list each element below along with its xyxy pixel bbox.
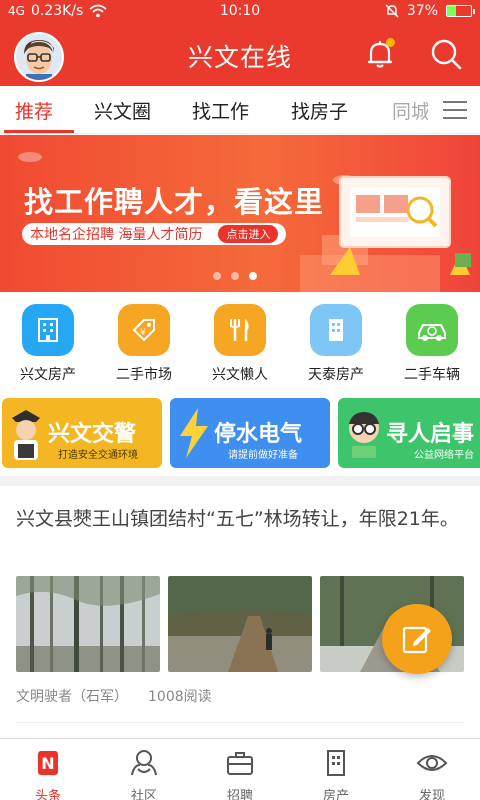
pagination-dot [213,272,221,280]
section-divider [0,476,480,486]
category-tabs: 推荐 兴文圈 找工作 找房子 同城 [0,86,480,134]
promo-card-missing-person[interactable]: 寻人启事 公益网络平台 [338,398,480,468]
app-title: 兴文在线 [187,43,292,72]
nav-label: 社区 [130,789,157,800]
nav-label: 房产 [322,789,349,800]
quick-link-lazy-food[interactable]: 兴文懒人 [192,304,288,384]
article-meta: 文明驶者（石军） 1008阅读 [16,686,212,706]
nav-label: 招聘 [226,789,253,800]
nav-property[interactable]: 房产 [288,747,384,800]
person-glasses-icon [349,412,379,458]
nav-headlines[interactable]: N 头条 [0,747,96,800]
promo-subtitle: 请提前做好准备 [228,450,298,461]
nav-label: 头条 [34,789,61,800]
status-right: 37% [385,3,475,19]
notification-dot [386,38,395,47]
price-tag-icon: ¥ [118,304,170,356]
battery-percent: 37% [406,3,438,19]
app-header: 兴文在线 [0,24,480,86]
promo-card-traffic-police[interactable]: 兴文交警 打造安全交通环境 [2,398,162,468]
building-icon [22,304,74,356]
quick-link-secondhand-market[interactable]: ¥ 二手市场 [96,304,192,384]
quick-links: 兴文房产 ¥ 二手市场 兴文懒人 天泰房产 二手车辆 [0,292,480,390]
battery-icon [446,5,475,17]
briefcase-icon [227,752,253,775]
news-icon: N [38,751,58,775]
banner-pagination [213,272,257,280]
promo-title: 寻人启事 [386,422,475,447]
bottom-nav: N 头条 社区 招聘 房产 发现 [0,738,480,800]
community-icon [131,750,157,776]
quick-link-xingwen-property[interactable]: 兴文房产 [0,304,96,384]
promo-card-utilities[interactable]: 停水电气 请提前做好准备 [170,398,330,468]
nav-community[interactable]: 社区 [96,747,192,800]
police-icon [12,410,40,460]
search-icon[interactable] [428,36,464,72]
article-author[interactable]: 文明驶者（石军） [16,686,128,706]
quick-link-label: 兴文懒人 [212,367,268,383]
mute-bell-icon [385,4,399,18]
edit-icon [402,626,431,654]
car-icon [406,304,458,356]
quick-link-label: 天泰房产 [308,367,364,383]
article-separator [16,722,464,723]
tab-same-city[interactable]: 同城 [392,97,428,124]
article-photo[interactable] [168,576,312,672]
status-bar: 4G 0.23K/s 10:10 37% [0,0,480,24]
bamboo-forest-image [16,576,160,672]
quick-link-tiantai-property[interactable]: 天泰房产 [288,304,384,384]
article-photo[interactable] [16,576,160,672]
tab-xingwen-circle[interactable]: 兴文圈 [94,97,151,124]
article-reads: 1008阅读 [148,689,212,705]
nav-jobs[interactable]: 招聘 [192,747,288,800]
article-title[interactable]: 兴文县僰王山镇团结村“五七”林场转让，年限21年。 [16,504,466,535]
nav-label: 发现 [418,789,445,800]
quick-link-label: 二手车辆 [404,367,460,383]
banner-headline: 找工作聘人才，看这里 [24,185,325,219]
quick-link-label: 兴文房产 [20,367,76,383]
fork-knife-icon [214,304,266,356]
compose-button[interactable] [382,604,452,674]
building-icon [327,750,345,776]
nav-discover[interactable]: 发现 [384,747,480,800]
svg-text:¥: ¥ [140,328,146,338]
promo-banner[interactable]: 找工作聘人才，看这里 本地名企招聘 海量人才简历 点击进入 [0,135,480,292]
tab-recommend[interactable]: 推荐 [15,97,53,124]
banner-subtext-pill: 本地名企招聘 海量人才简历 点击进入 [22,223,287,245]
quick-link-label: 二手市场 [116,367,172,383]
tab-find-house[interactable]: 找房子 [291,97,348,124]
menu-icon[interactable] [442,100,468,120]
quick-link-used-cars[interactable]: 二手车辆 [384,304,480,384]
lightning-icon [180,408,208,458]
forest-path-image [168,576,312,672]
promo-title: 兴文交警 [48,422,137,447]
pagination-dot-active [249,272,257,280]
svg-text:N: N [41,754,54,773]
banner-cta[interactable]: 点击进入 [218,225,279,243]
pagination-dot [231,272,239,280]
active-tab-indicator [4,130,74,133]
building-icon [310,304,362,356]
promo-subtitle: 公益网络平台 [414,450,474,461]
eye-icon [416,755,448,771]
banner-subtext: 本地名企招聘 海量人才简历 [30,227,203,243]
promo-title: 停水电气 [214,422,303,447]
tab-find-job[interactable]: 找工作 [192,97,249,124]
promo-subtitle: 打造安全交通环境 [58,450,138,461]
promo-cards: 兴文交警 打造安全交通环境 停水电气 请提前做好准备 寻人启事 公益网络平台 [0,398,480,468]
